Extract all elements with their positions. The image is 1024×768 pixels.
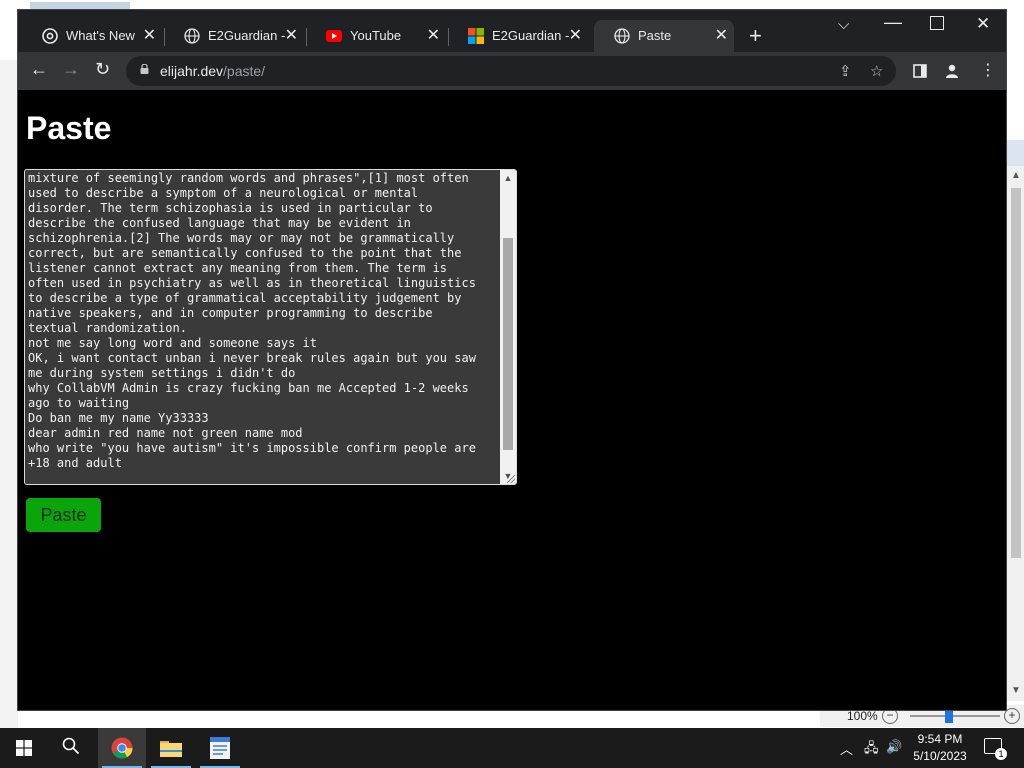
wordpad-quick-access-toolbar (30, 2, 130, 10)
new-tab-button[interactable]: + (749, 24, 762, 48)
profile-icon[interactable] (944, 63, 960, 79)
tab-paste[interactable]: Paste ✕ (594, 20, 734, 52)
search-icon[interactable] (62, 737, 80, 755)
scroll-up-arrow-icon[interactable]: ▲ (1007, 168, 1024, 184)
back-arrow-icon[interactable]: ← (30, 59, 48, 80)
zoom-in-button[interactable]: + (1004, 708, 1020, 724)
taskbar-file-explorer[interactable] (147, 728, 195, 768)
youtube-icon (326, 30, 342, 42)
tab-label: E2Guardian - Access Denied (208, 28, 288, 43)
zoom-slider-knob[interactable] (945, 709, 953, 723)
maximize-icon[interactable] (930, 16, 944, 30)
bookmark-star-icon[interactable]: ☆ (870, 62, 883, 80)
tab-strip: What's New ✕ E2Guardian - Access Denied … (18, 10, 1006, 52)
resize-handle-icon[interactable] (504, 472, 516, 484)
minimize-icon[interactable]: — (884, 12, 902, 33)
tray-chevron-up-icon[interactable]: ︿ (840, 739, 853, 758)
share-icon[interactable]: ⇪ (839, 62, 852, 80)
wordpad-vertical-scrollbar[interactable]: ▲ ▼ (1006, 166, 1024, 701)
reload-icon[interactable]: ↻ (95, 59, 110, 80)
url-text: elijahr.dev/paste/ (160, 63, 265, 79)
clock-date: 5/10/2023 (913, 749, 967, 763)
taskbar-chrome[interactable] (98, 728, 146, 768)
tab-label: YouTube (350, 28, 402, 43)
windows-start-icon[interactable] (16, 740, 32, 756)
page-content: Paste mixture of seemingly random words … (18, 90, 1006, 710)
notification-badge: 1 (995, 748, 1007, 760)
textarea-scroll-thumb[interactable] (503, 238, 513, 450)
globe-icon (614, 28, 630, 44)
browser-toolbar: ← → ↻ elijahr.dev/paste/ ⇪ ☆ ⋮ (18, 52, 1006, 90)
taskbar-wordpad[interactable] (196, 728, 244, 768)
windows-taskbar: ︿ 🖧 🔊 9:54 PM 5/10/2023 1 (0, 728, 1024, 768)
tab-whats-new[interactable]: What's New ✕ (22, 20, 162, 52)
zoom-slider-track[interactable] (910, 715, 1000, 717)
tab-youtube[interactable]: YouTube ✕ (306, 20, 446, 52)
page-title: Paste (26, 110, 112, 146)
network-icon[interactable]: 🖧 (864, 739, 879, 761)
paste-textarea[interactable]: mixture of seemingly random words and ph… (24, 169, 517, 485)
tab-label: Paste (638, 28, 672, 43)
forward-arrow-icon[interactable]: → (62, 59, 80, 80)
side-panel-icon[interactable] (913, 64, 927, 78)
close-tab-icon[interactable]: ✕ (285, 20, 298, 52)
close-tab-icon[interactable]: ✕ (715, 20, 728, 52)
lock-icon[interactable] (140, 64, 149, 74)
microsoft-icon (468, 28, 484, 44)
wordpad-margin (0, 60, 18, 728)
url-path: /paste/ (223, 63, 266, 79)
globe-icon (184, 28, 200, 44)
tab-search-chevron-icon[interactable]: ⌵ (838, 16, 849, 33)
clock-time: 9:54 PM (917, 732, 963, 746)
tab-label: E2Guardian - Access Denied (492, 28, 572, 43)
chrome-icon (111, 737, 133, 759)
tab-e2guardian-1[interactable]: E2Guardian - Access Denied ✕ (164, 20, 304, 52)
folder-icon (160, 741, 182, 757)
close-window-icon[interactable]: ✕ (976, 14, 990, 34)
wordpad-scroll-thumb[interactable] (1011, 188, 1021, 558)
close-tab-icon[interactable]: ✕ (569, 20, 582, 52)
system-clock[interactable]: 9:54 PM 5/10/2023 (905, 731, 975, 765)
scroll-down-arrow-icon[interactable]: ▼ (1007, 683, 1024, 699)
close-tab-icon[interactable]: ✕ (143, 20, 156, 52)
textarea-text[interactable]: mixture of seemingly random words and ph… (28, 171, 498, 471)
textarea-scrollbar[interactable]: ▲ ▼ (500, 170, 516, 484)
wordpad-icon (210, 737, 230, 759)
zoom-out-button[interactable]: − (882, 708, 898, 724)
close-tab-icon[interactable]: ✕ (427, 20, 440, 52)
zoom-level: 100% (847, 709, 878, 723)
chrome-window: What's New ✕ E2Guardian - Access Denied … (18, 10, 1006, 710)
tab-e2guardian-2[interactable]: E2Guardian - Access Denied ✕ (448, 20, 588, 52)
chrome-icon (42, 28, 58, 44)
url-domain: elijahr.dev (160, 63, 224, 79)
paste-button[interactable]: Paste (26, 498, 101, 532)
menu-dots-icon[interactable]: ⋮ (980, 60, 996, 80)
volume-icon[interactable]: 🔊 (886, 739, 902, 755)
address-bar[interactable]: elijahr.dev/paste/ ⇪ ☆ (126, 56, 896, 86)
tab-label: What's New (66, 28, 135, 43)
scroll-up-arrow-icon[interactable]: ▲ (500, 170, 516, 186)
